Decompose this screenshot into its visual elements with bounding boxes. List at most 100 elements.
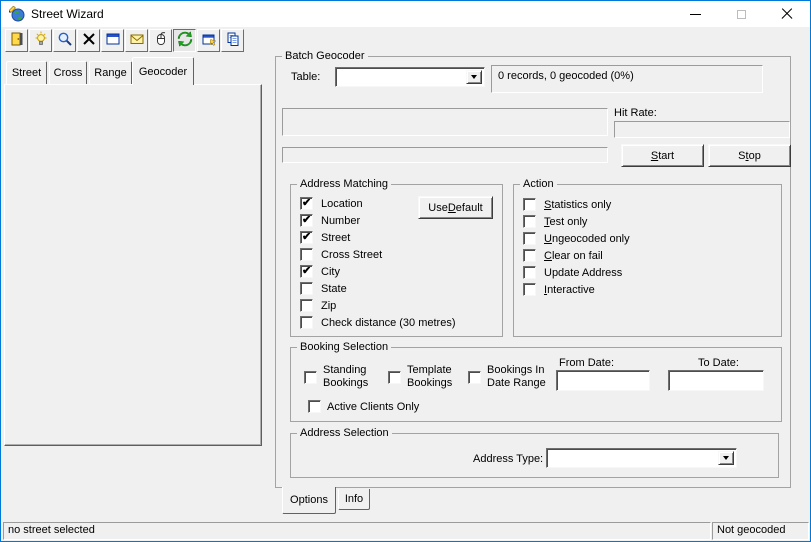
action-group-label: Action (520, 178, 557, 191)
address-type-label: Address Type: (473, 453, 544, 465)
toolbar-button-properties[interactable] (197, 29, 220, 52)
checkbox-statistics-only[interactable] (523, 198, 536, 211)
minimize-icon (689, 13, 701, 15)
toolbar-button-zoom[interactable] (53, 29, 76, 52)
tab-range[interactable]: Range (89, 61, 132, 84)
checkbox-template-bookings[interactable] (388, 371, 401, 384)
status-bar-right: Not geocoded (712, 522, 809, 540)
checkbox-number[interactable]: ✔ (300, 214, 313, 227)
toolbar-button-exit[interactable] (5, 29, 28, 52)
checkbox-test-only[interactable] (523, 215, 536, 228)
check-icon: ✔ (302, 231, 312, 243)
start-button[interactable]: Start (621, 144, 704, 167)
address-type-dropdown-button[interactable] (718, 451, 734, 465)
sync-icon (177, 31, 193, 50)
table-label: Table: (291, 71, 321, 83)
checkbox-interactive-label[interactable]: Interactive (544, 284, 595, 297)
titlebar: Street Wizard (1, 1, 810, 27)
address-type-combobox[interactable] (546, 448, 737, 468)
progress-panel-1 (282, 108, 608, 136)
maximize-button[interactable] (718, 1, 764, 27)
batch-geocoder-group-label: Batch Geocoder (282, 50, 368, 63)
mouse-icon (153, 31, 169, 50)
checkbox-interactive[interactable] (523, 283, 536, 296)
check-icon: ✔ (302, 265, 312, 277)
from-date-label: From Date: (559, 357, 615, 369)
checkbox-standing-bookings-label[interactable]: Standing Bookings (323, 364, 381, 390)
checkbox-test-only-label[interactable]: Test only (544, 216, 587, 229)
tab-geocoder[interactable]: Geocoder (132, 57, 194, 85)
toolbar-button-delete[interactable] (77, 29, 100, 52)
toolbar-button-sync[interactable] (173, 29, 196, 52)
stop-button[interactable]: Stop (708, 144, 791, 167)
checkbox-update-address-label[interactable]: Update Address (544, 267, 622, 280)
checkbox-bookings-in-date-range[interactable] (468, 371, 481, 384)
checkbox-number-label[interactable]: Number (321, 215, 360, 228)
exit-door-icon (9, 31, 25, 50)
checkbox-update-address[interactable] (523, 266, 536, 279)
close-icon (781, 8, 793, 20)
checkbox-city[interactable]: ✔ (300, 265, 313, 278)
checkbox-zip-label[interactable]: Zip (321, 300, 336, 313)
zoom-icon (57, 31, 73, 50)
checkbox-city-label[interactable]: City (321, 266, 340, 279)
minimize-button[interactable] (672, 1, 718, 27)
checkbox-cross-street[interactable] (300, 248, 313, 261)
table-dropdown-button[interactable] (466, 70, 482, 84)
checkbox-location[interactable]: ✔ (300, 197, 313, 210)
toolbar-button-copy[interactable] (221, 29, 244, 52)
toolbar-button-hint[interactable] (29, 29, 52, 52)
from-date-input[interactable] (556, 370, 650, 391)
street-wizard-window: Street Wizard Street Cross Range Geocode… (0, 0, 811, 542)
properties-icon (201, 31, 217, 50)
to-date-input[interactable] (668, 370, 764, 391)
maximize-icon (736, 9, 746, 19)
checkbox-statistics-only-label[interactable]: Statistics only (544, 199, 611, 212)
checkbox-location-label[interactable]: Location (321, 198, 363, 211)
tab-cross[interactable]: Cross (49, 61, 87, 84)
toolbar-button-mouse[interactable] (149, 29, 172, 52)
checkbox-template-bookings-label[interactable]: Template Bookings (407, 364, 465, 390)
hit-rate-label: Hit Rate: (614, 107, 657, 119)
check-icon: ✔ (302, 197, 312, 209)
checkbox-clear-on-fail-label[interactable]: Clear on fail (544, 250, 603, 263)
checkbox-active-clients-only-label[interactable]: Active Clients Only (327, 401, 419, 414)
lightbulb-icon (33, 31, 49, 50)
hit-rate-field (614, 121, 790, 138)
delete-x-icon (81, 31, 97, 50)
checkbox-standing-bookings[interactable] (304, 371, 317, 384)
checkbox-street[interactable]: ✔ (300, 231, 313, 244)
checkbox-active-clients-only[interactable] (308, 400, 321, 413)
checkbox-cross-street-label[interactable]: Cross Street (321, 249, 382, 262)
close-button[interactable] (764, 1, 810, 27)
tab-info[interactable]: Info (338, 489, 370, 510)
window-title: Street Wizard (31, 7, 104, 21)
address-selection-group-label: Address Selection (297, 427, 392, 440)
address-matching-group-label: Address Matching (297, 178, 392, 191)
new-window-icon (105, 31, 121, 50)
checkbox-ungeocoded-only[interactable] (523, 232, 536, 245)
checkbox-bookings-in-date-range-label[interactable]: Bookings In Date Range (487, 364, 553, 390)
geocoder-tab-page (4, 84, 262, 446)
check-icon: ✔ (302, 214, 312, 226)
use-default-button[interactable]: UseDefault (418, 196, 493, 219)
checkbox-zip[interactable] (300, 299, 313, 312)
checkbox-street-label[interactable]: Street (321, 232, 350, 245)
checkbox-ungeocoded-only-label[interactable]: Ungeocoded only (544, 233, 630, 246)
toolbar-button-mail[interactable] (125, 29, 148, 52)
booking-selection-group-label: Booking Selection (297, 341, 392, 354)
checkbox-check-distance[interactable] (300, 316, 313, 329)
tab-street[interactable]: Street (6, 61, 47, 84)
progress-panel-2 (282, 147, 608, 163)
app-globe-pencil-icon (8, 5, 25, 22)
checkbox-check-distance-label[interactable]: Check distance (30 metres) (321, 317, 456, 330)
checkbox-state-label[interactable]: State (321, 283, 347, 296)
chevron-down-icon (471, 75, 477, 79)
tab-options[interactable]: Options (282, 487, 336, 514)
to-date-label: To Date: (698, 357, 739, 369)
toolbar-button-new-window[interactable] (101, 29, 124, 52)
mail-icon (129, 31, 145, 50)
checkbox-clear-on-fail[interactable] (523, 249, 536, 262)
checkbox-state[interactable] (300, 282, 313, 295)
table-combobox[interactable] (335, 67, 485, 87)
